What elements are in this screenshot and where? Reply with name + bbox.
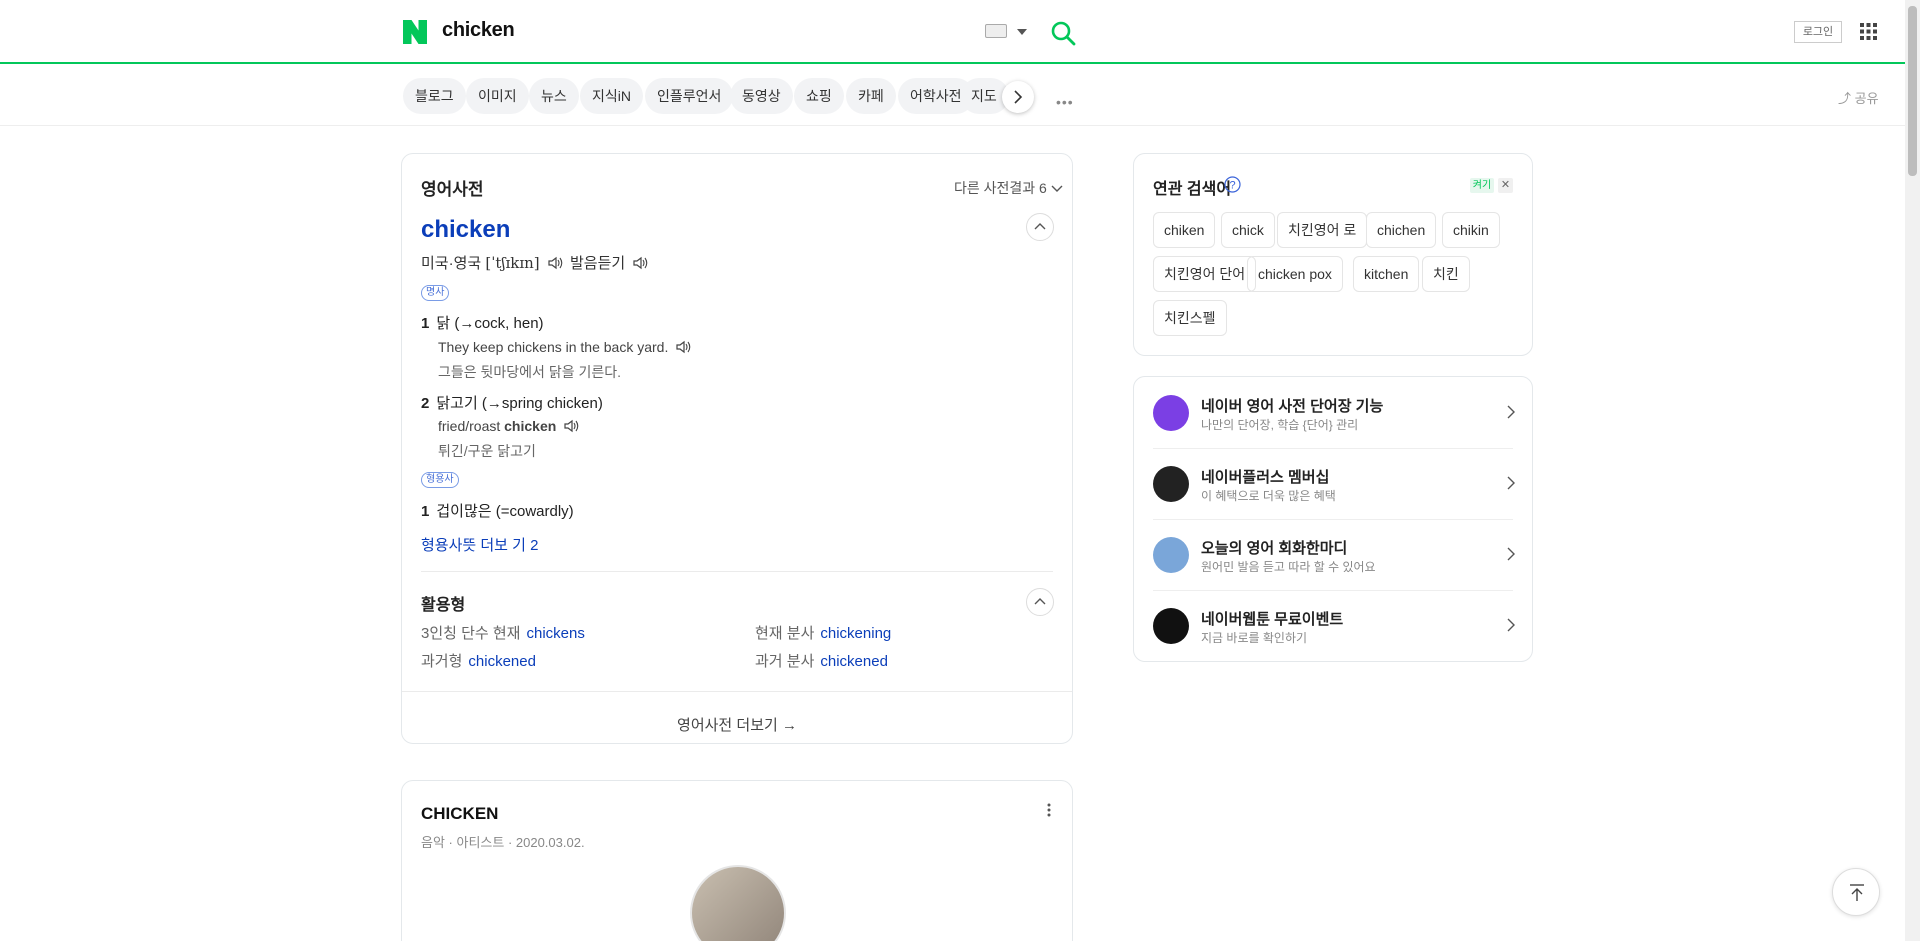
word-forms-title: 활용형 <box>421 597 466 614</box>
search-query[interactable]: chicken <box>442 19 515 42</box>
promo-avatar <box>1153 466 1189 502</box>
tab-image[interactable]: 이미지 <box>466 78 529 114</box>
naver-logo-icon[interactable] <box>403 20 427 44</box>
dictionary-card: 영어사전 다른 사전결과 6 chicken 미국·영국 [ˈtʃɪkɪn] 발… <box>401 153 1073 744</box>
keyboard-icon[interactable] <box>985 24 1007 38</box>
speaker-icon[interactable] <box>563 418 579 434</box>
search-tab-bar: 블로그 이미지 뉴스 지식iN 인플루언서 동영상 쇼핑 카페 어학사전 지도 … <box>0 66 1905 126</box>
chevron-right-icon <box>1507 547 1515 561</box>
arrow-up-icon <box>1850 884 1864 901</box>
chevron-down-icon[interactable] <box>1017 29 1027 35</box>
divider <box>402 691 1072 692</box>
scrollbar-thumb[interactable] <box>1908 6 1917 176</box>
promo-avatar <box>1153 608 1189 644</box>
related-chip[interactable]: 치킨 <box>1422 256 1470 292</box>
speaker-icon[interactable] <box>632 255 648 271</box>
word-form: 3인칭 단수 현재 chickens <box>421 625 585 642</box>
example-translation: 튀긴/구운 닭고기 <box>438 443 536 459</box>
related-chip[interactable]: chichen <box>1366 212 1437 248</box>
word-form: 과거 분사 chickened <box>755 653 888 670</box>
scroll-to-top-button[interactable] <box>1832 868 1880 916</box>
example-sentence: They keep chickens in the back yard. <box>438 339 694 355</box>
related-chip[interactable]: 치킨영어 단어 <box>1153 256 1257 292</box>
promo-item[interactable]: 네이버플러스 멤버십 이 혜택으로 더욱 많은 혜택 <box>1134 448 1532 519</box>
tab-shopping[interactable]: 쇼핑 <box>794 78 844 114</box>
tab-kin[interactable]: 지식iN <box>580 78 643 114</box>
collapse-forms-button[interactable] <box>1026 588 1054 616</box>
dictionary-title: 영어사전 <box>421 180 484 199</box>
chevron-right-icon <box>1507 405 1515 419</box>
word-form: 현재 분사 chickening <box>755 625 892 642</box>
divider <box>421 571 1053 572</box>
search-icon[interactable] <box>1050 20 1076 46</box>
tab-influencer[interactable]: 인플루언서 <box>645 78 734 114</box>
word-form-link[interactable]: chickening <box>820 625 891 642</box>
music-card: CHICKEN 음악 · 아티스트 · 2020.03.02. <box>401 780 1073 941</box>
promo-avatar <box>1153 537 1189 573</box>
post-title[interactable]: CHICKEN <box>421 804 498 824</box>
apps-grid-icon[interactable] <box>1860 23 1877 40</box>
related-chip[interactable]: chick <box>1221 212 1275 248</box>
artist-thumbnail[interactable] <box>690 865 786 941</box>
word-form: 과거형 chickened <box>421 653 536 670</box>
tab-video[interactable]: 동영상 <box>730 78 793 114</box>
login-button[interactable]: 로그인 <box>1794 21 1842 43</box>
toggle-on-button[interactable]: 켜기 <box>1470 178 1494 193</box>
entry-word[interactable]: chicken <box>421 216 510 244</box>
related-chip[interactable]: chiken <box>1153 212 1216 248</box>
tab-cafe[interactable]: 카페 <box>846 78 896 114</box>
adjective-sense-1: 1 겁이많은 (=cowardly) <box>421 503 574 520</box>
chevron-down-icon <box>1051 185 1063 192</box>
tab-news[interactable]: 뉴스 <box>529 78 579 114</box>
example-sentence: fried/roast chicken <box>438 418 582 434</box>
help-icon[interactable]: ? <box>1224 176 1241 193</box>
related-chip[interactable]: chicken pox <box>1247 256 1343 292</box>
word-form-link[interactable]: chickens <box>526 625 584 642</box>
related-chip[interactable]: 치킨스펠 <box>1153 300 1227 336</box>
part-of-speech-badge: 형용사 <box>421 472 459 488</box>
speaker-icon[interactable] <box>675 339 691 355</box>
tab-next-button[interactable] <box>1002 81 1034 113</box>
promo-item[interactable]: 네이버 영어 사전 단어장 기능 나만의 단어장, 학습 {단어} 관리 <box>1134 377 1532 448</box>
chevron-up-icon <box>1034 598 1046 605</box>
promo-list-card: 네이버 영어 사전 단어장 기능 나만의 단어장, 학습 {단어} 관리 네이버… <box>1133 376 1533 662</box>
chevron-up-icon <box>1034 223 1046 230</box>
chevron-right-icon <box>1507 476 1515 490</box>
more-tabs-button[interactable]: ••• <box>1056 94 1074 110</box>
collapse-entry-button[interactable] <box>1026 213 1054 241</box>
more-meanings-link[interactable]: 형용사뜻 더보 기 2 <box>421 534 538 555</box>
related-searches-card: 연관 검색어 ? 켜기 ✕ chiken chick 치킨영어 로 chiche… <box>1133 153 1533 356</box>
promo-item[interactable]: 오늘의 영어 회화한마디 원어민 발음 듣고 따라 할 수 있어요 <box>1134 519 1532 590</box>
part-of-speech-badge: 명사 <box>421 285 450 301</box>
post-meta: 음악 · 아티스트 · 2020.03.02. <box>421 835 585 850</box>
sense-1: 1닭 (→cock, hen) <box>421 315 544 332</box>
related-chip[interactable]: chikin <box>1442 212 1500 248</box>
word-form-link[interactable]: chickened <box>468 653 536 670</box>
speaker-icon[interactable] <box>547 255 563 271</box>
page-scrollbar[interactable] <box>1905 0 1920 941</box>
ipa-text: [ˈtʃɪkɪn] <box>485 254 540 272</box>
other-dictionaries-dropdown[interactable]: 다른 사전결과 6 <box>954 178 1063 198</box>
word-form-link[interactable]: chickened <box>820 653 888 670</box>
tab-blog[interactable]: 블로그 <box>403 78 466 114</box>
example-translation: 그들은 뒷마당에서 닭을 기른다. <box>438 364 621 380</box>
search-header: chicken 로그인 <box>0 0 1905 64</box>
share-icon: ⤴ <box>1838 91 1852 106</box>
share-button[interactable]: ⤴ 공유 <box>1838 88 1879 107</box>
pronunciation-row: 미국·영국 [ˈtʃɪkɪn] 발음듣기 <box>421 252 651 273</box>
chevron-right-icon <box>1014 90 1023 104</box>
related-searches-title: 연관 검색어 <box>1153 181 1232 198</box>
promo-avatar <box>1153 395 1189 431</box>
related-chip[interactable]: 치킨영어 로 <box>1277 212 1368 248</box>
close-icon[interactable]: ✕ <box>1498 178 1513 193</box>
svg-text:?: ? <box>1229 180 1235 192</box>
sense-2: 2 닭고기 (→spring chicken) <box>421 395 603 412</box>
related-chip[interactable]: kitchen <box>1353 256 1420 292</box>
more-dictionary-link[interactable]: 영어사전 더보기 → <box>402 714 1072 735</box>
promo-item[interactable]: 네이버웹툰 무료이벤트 지금 바로를 확인하기 <box>1134 590 1532 661</box>
more-options-icon[interactable] <box>1047 803 1051 817</box>
chevron-right-icon <box>1507 618 1515 632</box>
